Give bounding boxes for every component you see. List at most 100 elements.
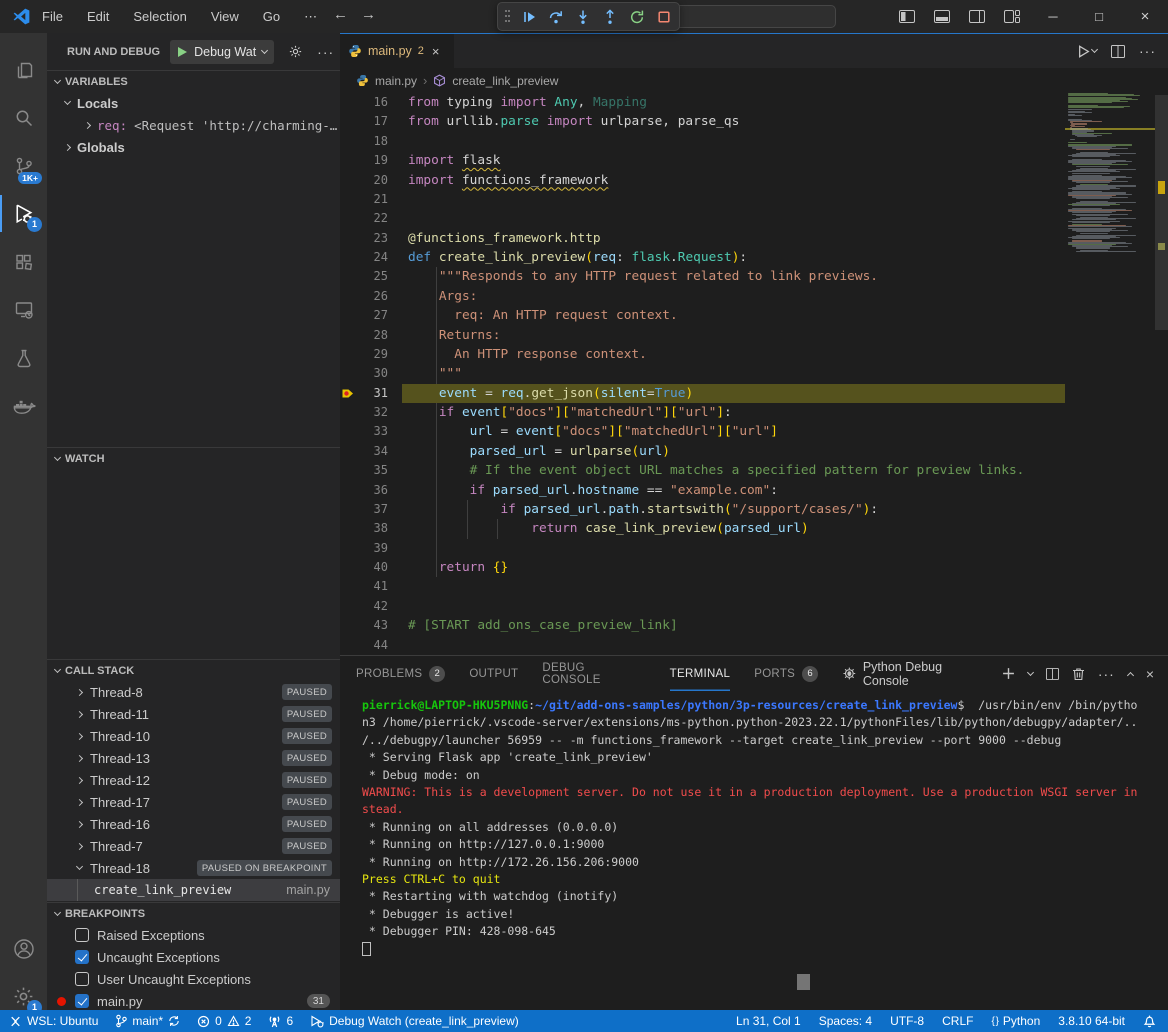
code-line-17[interactable]: 17from urllib.parse import urlparse, par… [340, 112, 1065, 131]
call-stack-header[interactable]: CALL STACK [47, 659, 340, 681]
call-stack-thread-row[interactable]: Thread-13PAUSED [47, 747, 340, 769]
split-terminal-icon[interactable] [1046, 668, 1059, 680]
extensions-icon[interactable] [0, 238, 47, 285]
eol-sequence[interactable]: CRLF [942, 1014, 973, 1028]
editor-more-actions-icon[interactable]: ··· [1139, 43, 1156, 59]
watch-header[interactable]: WATCH [47, 447, 340, 469]
code-line-21[interactable]: 21 [340, 190, 1065, 209]
call-stack-thread-row[interactable]: Thread-18PAUSED ON BREAKPOINT [47, 857, 340, 879]
breadcrumb-file[interactable]: main.py [375, 74, 417, 88]
tab-output[interactable]: OUTPUT [469, 656, 518, 691]
globals-row[interactable]: Globals [47, 136, 340, 158]
back-icon[interactable]: ← [333, 6, 348, 23]
toggle-sidebar-icon[interactable] [899, 10, 915, 23]
code-line-44[interactable]: 44 [340, 636, 1065, 655]
variables-header[interactable]: VARIABLES [47, 70, 340, 92]
code-line-29[interactable]: 29 An HTTP response context. [340, 345, 1065, 364]
run-python-file-icon[interactable] [1078, 45, 1097, 58]
terminal-output[interactable]: pierrick@LAPTOP-HKU5PNNG:~/git/add-ons-s… [340, 692, 1168, 1010]
source-control-icon[interactable]: 1K+ [0, 142, 47, 189]
launch-config-dropdown[interactable]: Debug Wat [170, 40, 274, 64]
tab-problems[interactable]: PROBLEMS2 [356, 656, 445, 691]
menu-edit[interactable]: Edit [87, 9, 109, 24]
code-line-20[interactable]: 20import functions_framework [340, 171, 1065, 190]
language-mode[interactable]: { } Python [991, 1014, 1040, 1028]
maximize-panel-icon[interactable] [1127, 671, 1134, 678]
explorer-icon[interactable] [0, 46, 47, 93]
start-debug-icon[interactable] [177, 46, 188, 58]
code-line-26[interactable]: 26 Args: [340, 287, 1065, 306]
code-editor[interactable]: 16from typing import Any, Mapping17from … [340, 93, 1168, 655]
close-button[interactable]: × [1122, 0, 1168, 33]
notifications-bell[interactable] [1143, 1014, 1156, 1028]
toggle-secondary-sidebar-icon[interactable] [969, 10, 985, 23]
call-stack-thread-row[interactable]: Thread-16PAUSED [47, 813, 340, 835]
debug-session-status[interactable]: Debug Watch (create_link_preview) [310, 1014, 519, 1028]
breakpoint-row[interactable]: Raised Exceptions [47, 924, 340, 946]
minimap[interactable] [1065, 93, 1155, 655]
call-stack-thread-row[interactable]: Thread-12PAUSED [47, 769, 340, 791]
code-line-16[interactable]: 16from typing import Any, Mapping [340, 93, 1065, 112]
code-line-43[interactable]: 43# [START add_ons_case_preview_link] [340, 616, 1065, 635]
code-line-35[interactable]: 35 # If the event object URL matches a s… [340, 461, 1065, 480]
problems-status[interactable]: 0 2 [197, 1014, 251, 1028]
forward-icon[interactable]: → [361, 6, 376, 23]
accounts-icon[interactable] [0, 925, 47, 972]
tab-ports[interactable]: PORTS6 [754, 656, 818, 691]
docker-icon[interactable] [0, 382, 47, 429]
locals-row[interactable]: Locals [47, 92, 340, 114]
breakpoint-row[interactable]: main.py31 [47, 990, 340, 1010]
code-line-28[interactable]: 28 Returns: [340, 326, 1065, 345]
tab-close-icon[interactable]: × [432, 44, 440, 59]
code-line-23[interactable]: 23@functions_framework.http [340, 229, 1065, 248]
breakpoint-checkbox[interactable] [75, 928, 89, 942]
continue-button[interactable] [521, 9, 537, 25]
restart-button[interactable] [629, 9, 645, 25]
close-panel-icon[interactable]: × [1146, 666, 1154, 682]
step-over-button[interactable] [548, 9, 564, 25]
code-line-34[interactable]: 34 parsed_url = urlparse(url) [340, 442, 1065, 461]
code-line-32[interactable]: 32 if event["docs"]["matchedUrl"]["url"]… [340, 403, 1065, 422]
menu-view[interactable]: View [211, 9, 239, 24]
split-editor-icon[interactable] [1111, 45, 1125, 58]
kill-terminal-icon[interactable] [1072, 667, 1085, 681]
forwarded-ports-status[interactable]: 6 [268, 1014, 293, 1028]
call-stack-frame-row[interactable]: create_link_previewmain.py [47, 879, 340, 901]
code-line-30[interactable]: 30 """ [340, 364, 1065, 383]
breakpoint-row[interactable]: User Uncaught Exceptions [47, 968, 340, 990]
tab-terminal[interactable]: TERMINAL [670, 656, 731, 691]
menu-overflow[interactable]: ⋯ [304, 9, 317, 25]
code-line-37[interactable]: 37 if parsed_url.path.startswith("/suppo… [340, 500, 1065, 519]
terminal-profile[interactable]: Python Debug Console [842, 660, 989, 688]
drag-grip-icon[interactable] [505, 10, 510, 23]
toggle-panel-icon[interactable] [934, 10, 950, 23]
remote-indicator[interactable]: WSL: Ubuntu [9, 1014, 98, 1028]
code-line-39[interactable]: 39 [340, 539, 1065, 558]
call-stack-thread-row[interactable]: Thread-11PAUSED [47, 703, 340, 725]
current-line-breakpoint-icon[interactable] [341, 386, 356, 401]
menu-selection[interactable]: Selection [133, 9, 186, 24]
sidebar-more-actions-icon[interactable]: ··· [317, 44, 334, 60]
breakpoint-checkbox[interactable] [75, 950, 89, 964]
remote-explorer-icon[interactable] [0, 286, 47, 333]
code-line-22[interactable]: 22 [340, 209, 1065, 228]
code-line-40[interactable]: 40 return {} [340, 558, 1065, 577]
call-stack-thread-row[interactable]: Thread-7PAUSED [47, 835, 340, 857]
step-into-button[interactable] [575, 9, 591, 25]
breakpoint-row[interactable]: Uncaught Exceptions [47, 946, 340, 968]
scrollbar-slider[interactable] [1155, 95, 1168, 330]
code-line-38[interactable]: 38 return case_link_preview(parsed_url) [340, 519, 1065, 538]
call-stack-thread-row[interactable]: Thread-10PAUSED [47, 725, 340, 747]
git-branch-status[interactable]: main* [115, 1014, 180, 1028]
code-line-18[interactable]: 18 [340, 132, 1065, 151]
tab-main-py[interactable]: main.py 2 × [340, 34, 454, 68]
code-line-19[interactable]: 19import flask [340, 151, 1065, 170]
breadcrumb-symbol[interactable]: create_link_preview [452, 74, 558, 88]
menu-file[interactable]: File [42, 9, 63, 24]
code-line-24[interactable]: 24def create_link_preview(req: flask.Req… [340, 248, 1065, 267]
code-line-36[interactable]: 36 if parsed_url.hostname == "example.co… [340, 481, 1065, 500]
call-stack-thread-row[interactable]: Thread-17PAUSED [47, 791, 340, 813]
customize-layout-icon[interactable] [1004, 10, 1020, 23]
python-interpreter[interactable]: 3.8.10 64-bit [1058, 1014, 1125, 1028]
menu-go[interactable]: Go [263, 9, 280, 24]
